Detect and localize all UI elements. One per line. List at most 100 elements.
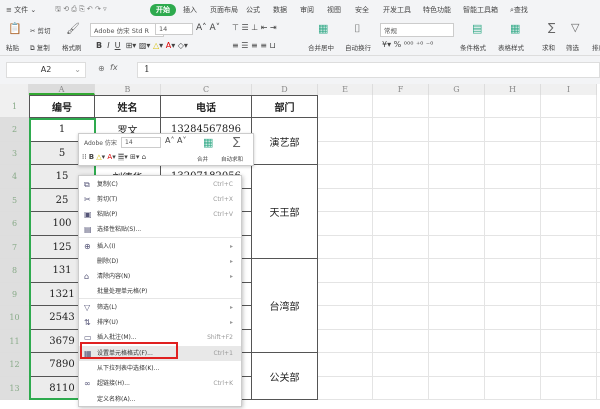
menu-item-14[interactable]: 定义名称(A)... (79, 392, 241, 407)
halign-buttons[interactable]: ≡ ☰ ≡ ≡ ⊔ (232, 41, 276, 50)
column-header-I[interactable]: I (541, 84, 597, 95)
department-cell[interactable]: 演艺部 (252, 118, 318, 165)
menu-item-0[interactable]: ⧉ 复制(C) Ctrl+C (79, 177, 241, 192)
row-header-7[interactable]: 7 (0, 236, 29, 259)
paste-icon[interactable]: 📋 (8, 23, 22, 34)
tab-3[interactable]: 公式 (246, 5, 260, 15)
column-header-B[interactable]: B (95, 84, 161, 95)
table-style-button[interactable]: 表格样式 (498, 42, 524, 52)
font-size-adjust[interactable]: A˄ A˅ (196, 23, 220, 33)
tab-9[interactable]: 特色功能 (423, 5, 451, 15)
filter-icon[interactable]: ▽ (571, 22, 579, 33)
file-menu[interactable]: ≡ 文件 ⌄ (6, 5, 36, 15)
header-cell[interactable]: 部门 (252, 95, 318, 118)
paste-button[interactable]: 粘贴 (6, 42, 19, 52)
sum-icon[interactable]: ∑ (548, 22, 555, 33)
format-painter-icon[interactable]: 🖌 (66, 23, 80, 34)
merge-icon[interactable]: ▦ (318, 23, 328, 34)
menu-item-4[interactable]: ⊕ 插入(I) ▸ (79, 239, 241, 254)
format-painter-button[interactable]: 格式刷 (62, 42, 82, 52)
row-header-10[interactable]: 10 (0, 306, 29, 330)
mini-merge-icon[interactable]: ▦ (203, 137, 213, 148)
merge-center-button[interactable]: 合并居中 (308, 42, 334, 52)
conditional-format-button[interactable]: 条件格式 (460, 42, 486, 52)
search-button[interactable]: ⌕查找 (510, 5, 528, 15)
copy-button[interactable]: ⧉ 复制 (30, 42, 50, 53)
menu-item-13[interactable]: ∞ 超链接(H)... Ctrl+K (79, 376, 241, 391)
filter-button[interactable]: 筛选 (566, 42, 579, 52)
tab-0[interactable]: 开始 (150, 4, 176, 16)
name-box[interactable]: A2 ⌄ (6, 62, 86, 78)
row-header-1[interactable]: 1 (0, 95, 29, 118)
tab-1[interactable]: 插入 (183, 5, 197, 15)
sort-button[interactable]: 排序 (592, 42, 600, 52)
wrap-text-button[interactable]: 自动换行 (345, 42, 371, 52)
conditional-format-icon[interactable]: ▤ (472, 23, 482, 34)
sum-button[interactable]: 求和 (542, 42, 555, 52)
formula-input[interactable]: 1 (137, 62, 600, 78)
menu-item-label: 从下拉列表中选择(K)... (97, 365, 160, 372)
select-all-corner[interactable] (0, 84, 29, 95)
column-header-E[interactable]: E (318, 84, 373, 95)
row-header-11[interactable]: 11 (0, 330, 29, 353)
wrap-icon[interactable]: ⌷ (354, 23, 361, 34)
row-header-13[interactable]: 13 (0, 377, 29, 400)
font-name-select[interactable]: Adobe 仿宋 Std R (90, 23, 164, 37)
number-format-select[interactable]: 常规 (380, 23, 454, 37)
menu-item-3[interactable]: ▤ 选择性粘贴(S)... (79, 222, 241, 237)
mini-merge-button[interactable]: 合并 (197, 155, 208, 163)
department-cell[interactable]: 天王部 (252, 165, 318, 259)
header-cell[interactable]: 电话 (161, 95, 252, 118)
row-header-5[interactable]: 5 (0, 189, 29, 212)
zoom-icon[interactable]: ⊕ (98, 64, 105, 73)
menu-item-12[interactable]: 从下拉列表中选择(K)... (79, 361, 241, 376)
department-cell[interactable]: 台湾部 (252, 259, 318, 353)
department-cell[interactable]: 公关部 (252, 353, 318, 400)
column-header-A[interactable]: A (29, 84, 95, 95)
menu-item-7[interactable]: 批量处理单元格(P) (79, 284, 241, 299)
row-header-8[interactable]: 8 (0, 259, 29, 283)
menu-item-2[interactable]: ▣ 粘贴(P) Ctrl+V (79, 207, 241, 222)
align-buttons[interactable]: ⊤ ☰ ⊥ ⇤ ⇥ (232, 23, 277, 32)
column-header-H[interactable]: H (485, 84, 541, 95)
mini-size-select[interactable]: 14 (121, 137, 161, 148)
tab-6[interactable]: 视图 (327, 5, 341, 15)
mini-sum-icon[interactable]: ∑ (233, 136, 240, 147)
cut-button[interactable]: ✂ 剪切 (30, 25, 51, 35)
row-header-4[interactable]: 4 (0, 165, 29, 189)
row-header-9[interactable]: 9 (0, 283, 29, 306)
column-header-C[interactable]: C (161, 84, 252, 95)
row-header-3[interactable]: 3 (0, 142, 29, 165)
tab-8[interactable]: 开发工具 (383, 5, 411, 15)
column-header-G[interactable]: G (429, 84, 485, 95)
row-header-6[interactable]: 6 (0, 212, 29, 236)
quick-access-icons[interactable]: 🖫 ⟲ ⎙ ⎘ ↶ ↷ ▿ (55, 5, 107, 16)
tab-4[interactable]: 数据 (273, 5, 287, 15)
menu-item-9[interactable]: ⇅ 排序(U) ▸ (79, 315, 241, 330)
font-size-select[interactable]: 14 (155, 23, 193, 35)
tab-10[interactable]: 智能工具箱 (463, 5, 498, 15)
font-style-buttons[interactable]: B I U ⊞▾ ▨▾ △▾ A▾ ◇▾ (96, 41, 188, 50)
number-format-buttons[interactable]: ¥▾ % ⁰⁰⁰ ⁺⁰ ⁻⁰ (382, 40, 433, 49)
tab-7[interactable]: 安全 (355, 5, 369, 15)
row-header-2[interactable]: 2 (0, 118, 29, 142)
mini-format-buttons[interactable]: ⁞⁞ B △▾ A▾ ☰▾ ⊞▾ ⌂ (82, 153, 146, 161)
menu-item-5[interactable]: 删除(D) ▸ (79, 254, 241, 269)
row-header-12[interactable]: 12 (0, 353, 29, 377)
fx-button[interactable]: fx (110, 63, 118, 72)
header-cell[interactable]: 编号 (29, 95, 95, 118)
mini-font-select[interactable]: Adobe 仿宋 (81, 137, 120, 148)
table-style-icon[interactable]: ▦ (510, 23, 520, 34)
menu-item-label: 剪切(T) (97, 196, 118, 203)
menu-item-label: 排序(U) (97, 319, 119, 326)
mini-font-grow[interactable]: A˄ A˅ (165, 136, 187, 145)
header-cell[interactable]: 姓名 (95, 95, 161, 118)
column-header-F[interactable]: F (373, 84, 429, 95)
column-header-D[interactable]: D (252, 84, 318, 95)
tab-2[interactable]: 页面布局 (210, 5, 238, 15)
tab-5[interactable]: 审阅 (300, 5, 314, 15)
menu-item-1[interactable]: ✂ 剪切(T) Ctrl+X (79, 192, 241, 207)
menu-item-6[interactable]: ⌂ 清除内容(N) ▸ (79, 269, 241, 284)
mini-autosum-button[interactable]: 自动求和 (221, 155, 243, 163)
menu-item-8[interactable]: ▽ 筛选(L) ▸ (79, 300, 241, 315)
